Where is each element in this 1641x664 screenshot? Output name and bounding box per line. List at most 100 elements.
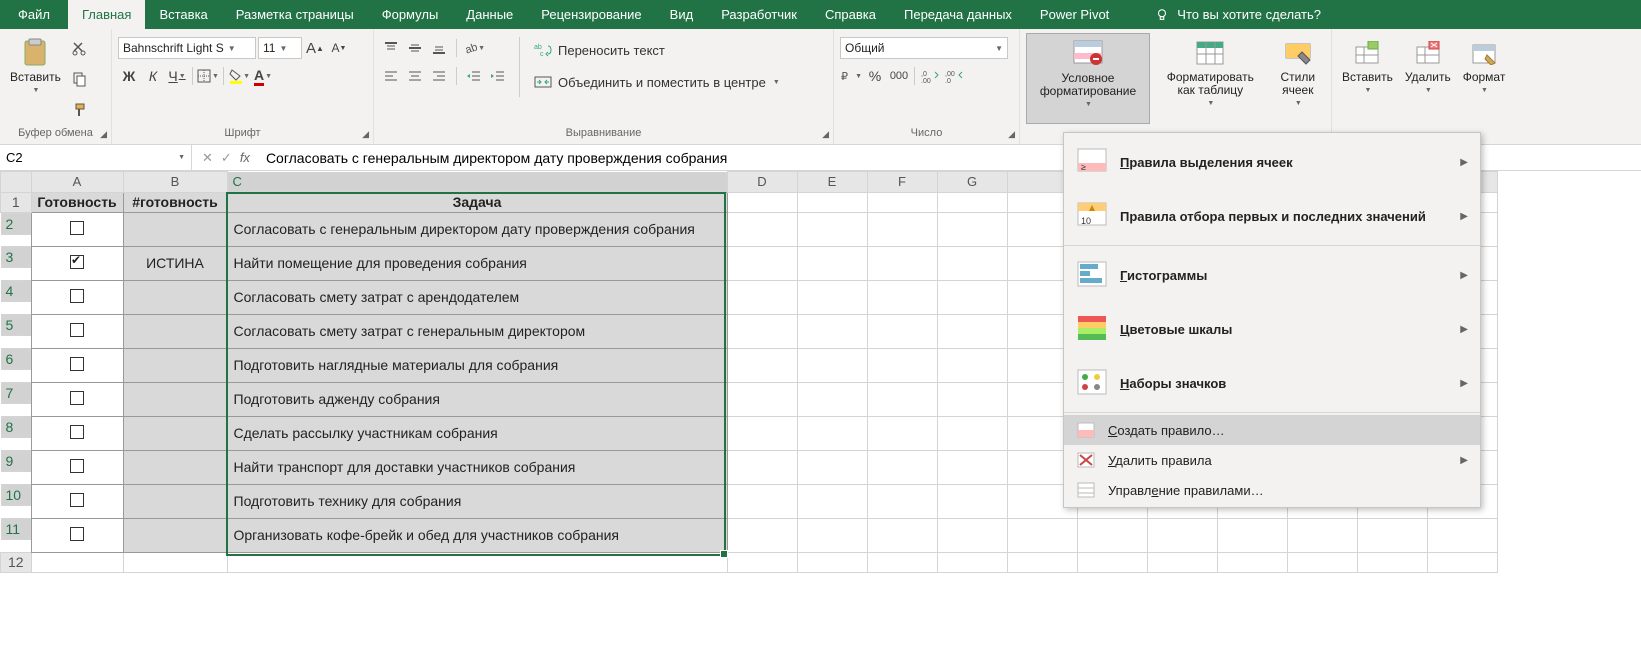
menu-highlight-rules[interactable]: ≥ ППравила выделения ячеекравила выделен… — [1064, 135, 1480, 189]
tab-data[interactable]: Данные — [452, 0, 527, 29]
cell-checkbox[interactable] — [31, 246, 123, 280]
row-header[interactable]: 11 — [1, 518, 31, 540]
cell[interactable] — [867, 416, 937, 450]
fill-color-button[interactable]: ▼ — [228, 65, 250, 87]
tab-view[interactable]: Вид — [656, 0, 708, 29]
checkbox-icon[interactable] — [70, 289, 84, 303]
dialog-launcher-icon[interactable]: ◢ — [822, 129, 829, 140]
tab-developer[interactable]: Разработчик — [707, 0, 811, 29]
cell-checkbox[interactable] — [31, 348, 123, 382]
cell[interactable]: Сделать рассылку участникам собрания — [227, 416, 727, 450]
cell[interactable] — [797, 382, 867, 416]
cell[interactable] — [937, 484, 1007, 518]
select-all-corner[interactable] — [1, 172, 32, 193]
paste-button[interactable]: Вставить ▼ — [6, 33, 65, 124]
cell[interactable] — [937, 314, 1007, 348]
cell[interactable]: ИСТИНА — [123, 246, 227, 280]
col-header-d[interactable]: D — [727, 172, 797, 193]
cell[interactable] — [867, 212, 937, 246]
cell[interactable] — [727, 192, 797, 212]
cell[interactable] — [937, 552, 1007, 572]
menu-top-bottom-rules[interactable]: 10 Правила отбора первых и последних зна… — [1064, 189, 1480, 243]
tell-me-search[interactable]: Что вы хотите сделать? — [1143, 0, 1333, 29]
tab-review[interactable]: Рецензирование — [527, 0, 655, 29]
checkbox-icon[interactable] — [70, 493, 84, 507]
number-format-select[interactable]: Общий▼ — [840, 37, 1008, 59]
row-header[interactable]: 1 — [1, 192, 32, 212]
accounting-format-button[interactable]: ₽▼ — [840, 65, 862, 87]
chevron-down-icon[interactable]: ▼ — [178, 154, 185, 161]
font-size-select[interactable]: 11▼ — [258, 37, 302, 59]
cell[interactable]: Организовать кофе-брейк и обед для участ… — [227, 518, 727, 552]
cell[interactable] — [1427, 518, 1497, 552]
checkbox-icon[interactable] — [70, 357, 84, 371]
cell[interactable] — [1007, 552, 1077, 572]
cell[interactable] — [797, 280, 867, 314]
cell[interactable] — [727, 450, 797, 484]
cell[interactable] — [727, 416, 797, 450]
cell[interactable] — [867, 314, 937, 348]
dialog-launcher-icon[interactable]: ◢ — [100, 129, 107, 140]
cell[interactable] — [1287, 518, 1357, 552]
row-header[interactable]: 6 — [1, 348, 31, 370]
row-header[interactable]: 9 — [1, 450, 31, 472]
tab-help[interactable]: Справка — [811, 0, 890, 29]
cell[interactable] — [727, 518, 797, 552]
checkbox-icon[interactable] — [70, 221, 84, 235]
tab-data-transfer[interactable]: Передача данных — [890, 0, 1026, 29]
cell[interactable] — [797, 348, 867, 382]
checkbox-icon[interactable] — [70, 527, 84, 541]
cell[interactable] — [1007, 518, 1077, 552]
cell[interactable]: Подготовить технику для собрания — [227, 484, 727, 518]
decrease-font-button[interactable]: A▼ — [328, 37, 350, 59]
cell[interactable] — [867, 382, 937, 416]
font-name-select[interactable]: Bahnschrift Light S▼ — [118, 37, 256, 59]
align-right-button[interactable] — [428, 65, 450, 87]
cell[interactable] — [227, 552, 727, 572]
cell[interactable] — [1147, 552, 1217, 572]
cell[interactable] — [123, 416, 227, 450]
row-header[interactable]: 12 — [1, 552, 32, 572]
cell[interactable] — [727, 484, 797, 518]
cell[interactable] — [123, 484, 227, 518]
cell[interactable] — [1357, 552, 1427, 572]
dialog-launcher-icon[interactable]: ◢ — [1008, 129, 1015, 140]
row-header[interactable]: 7 — [1, 382, 31, 404]
cell[interactable]: Найти помещение для проведения собрания — [227, 246, 727, 280]
cut-button[interactable] — [69, 38, 91, 60]
cell[interactable] — [867, 246, 937, 280]
cell[interactable] — [797, 484, 867, 518]
conditional-formatting-button[interactable]: Условное форматирование ▼ — [1026, 33, 1150, 124]
row-header[interactable]: 5 — [1, 314, 31, 336]
increase-indent-button[interactable] — [487, 65, 509, 87]
col-header-a[interactable]: A — [31, 172, 123, 193]
menu-icon-sets[interactable]: Наборы значков ▶ — [1064, 356, 1480, 410]
align-bottom-button[interactable] — [428, 37, 450, 59]
cell[interactable] — [937, 192, 1007, 212]
cell[interactable] — [937, 348, 1007, 382]
cell[interactable] — [937, 382, 1007, 416]
menu-manage-rules[interactable]: Управление правилами… — [1064, 475, 1480, 505]
cell[interactable] — [1217, 518, 1287, 552]
bold-button[interactable]: Ж — [118, 65, 140, 87]
format-painter-button[interactable] — [69, 99, 91, 121]
cell[interactable] — [727, 212, 797, 246]
borders-button[interactable]: ▼ — [197, 65, 219, 87]
cell[interactable] — [937, 416, 1007, 450]
cell[interactable] — [1147, 518, 1217, 552]
tab-page-layout[interactable]: Разметка страницы — [222, 0, 368, 29]
align-top-button[interactable] — [380, 37, 402, 59]
cell[interactable] — [727, 382, 797, 416]
cell[interactable] — [1217, 552, 1287, 572]
cell[interactable] — [867, 552, 937, 572]
cell[interactable] — [1287, 552, 1357, 572]
cell[interactable] — [867, 192, 937, 212]
fx-icon[interactable]: fx — [240, 150, 250, 165]
cell-checkbox[interactable] — [31, 518, 123, 552]
col-header-f[interactable]: F — [867, 172, 937, 193]
menu-data-bars[interactable]: Гистограммы ▶ — [1064, 248, 1480, 302]
cell[interactable] — [937, 280, 1007, 314]
row-header[interactable]: 10 — [1, 484, 31, 506]
cell[interactable] — [1077, 552, 1147, 572]
cell[interactable] — [937, 450, 1007, 484]
